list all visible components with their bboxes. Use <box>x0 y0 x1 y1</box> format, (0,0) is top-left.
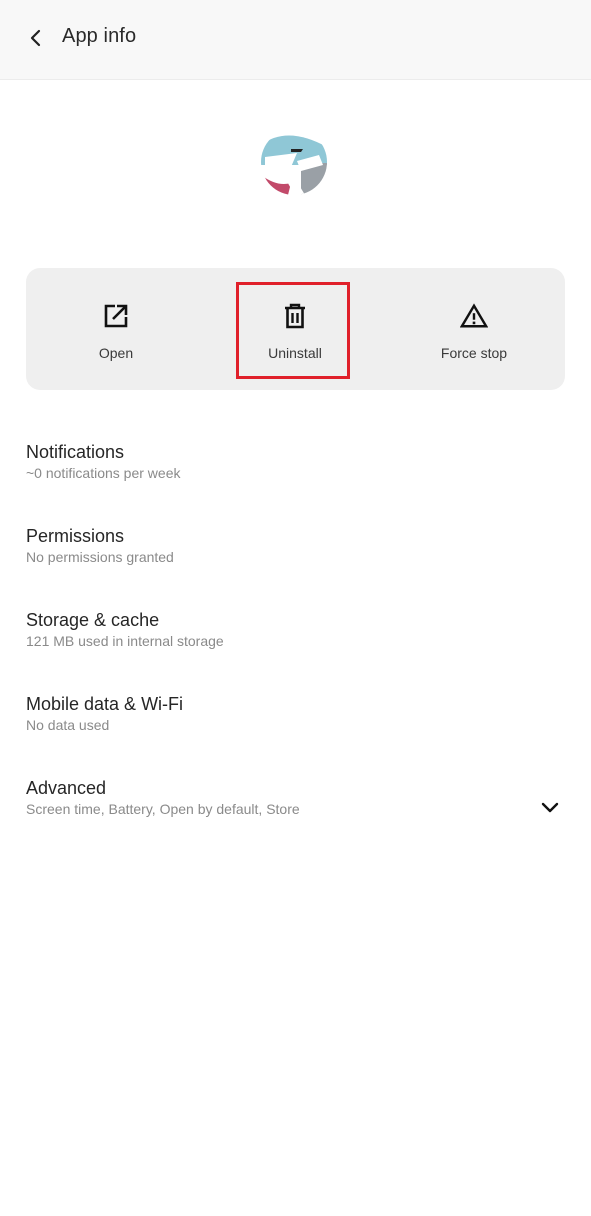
open-label: Open <box>98 345 134 361</box>
app-actions-card: Open Uninstall Force stop <box>26 268 565 390</box>
uninstall-button[interactable]: Uninstall <box>225 268 365 390</box>
settings-item-title: Storage & cache <box>26 610 160 630</box>
force-stop-button[interactable]: Force stop <box>404 268 544 390</box>
settings-item-title: Mobile data & Wi-Fi <box>26 694 184 714</box>
settings-item-advanced[interactable]: Advanced Screen time, Battery, Open by d… <box>0 762 591 846</box>
settings-item-title: Advanced <box>26 778 107 798</box>
settings-item-notifications[interactable]: Notifications ~0 notifications per week <box>0 426 591 510</box>
settings-item-subtitle: No data used <box>26 717 110 733</box>
app-icon <box>257 125 331 199</box>
trash-icon <box>281 302 309 330</box>
uninstall-label: Uninstall <box>268 345 322 361</box>
chevron-down-icon[interactable] <box>539 796 561 818</box>
settings-item-storage[interactable]: Storage & cache 121 MB used in internal … <box>0 594 591 678</box>
chevron-left-icon <box>30 29 41 47</box>
back-button[interactable] <box>20 22 52 54</box>
settings-item-mobile-data[interactable]: Mobile data & Wi-Fi No data used <box>0 678 591 762</box>
settings-item-subtitle: Screen time, Battery, Open by default, S… <box>26 801 300 817</box>
warning-triangle-icon <box>460 302 488 330</box>
app-bar: App info <box>0 0 591 80</box>
open-external-icon <box>102 302 130 330</box>
settings-item-permissions[interactable]: Permissions No permissions granted <box>0 510 591 594</box>
settings-item-title: Permissions <box>26 526 125 546</box>
force-stop-label: Force stop <box>440 345 508 361</box>
settings-item-subtitle: 121 MB used in internal storage <box>26 633 224 649</box>
settings-item-subtitle: No permissions granted <box>26 549 174 565</box>
page-title: App info <box>62 25 137 47</box>
open-button[interactable]: Open <box>46 268 186 390</box>
settings-list: Notifications ~0 notifications per week … <box>0 426 591 846</box>
settings-item-title: Notifications <box>26 442 125 462</box>
settings-item-subtitle: ~0 notifications per week <box>26 465 181 481</box>
